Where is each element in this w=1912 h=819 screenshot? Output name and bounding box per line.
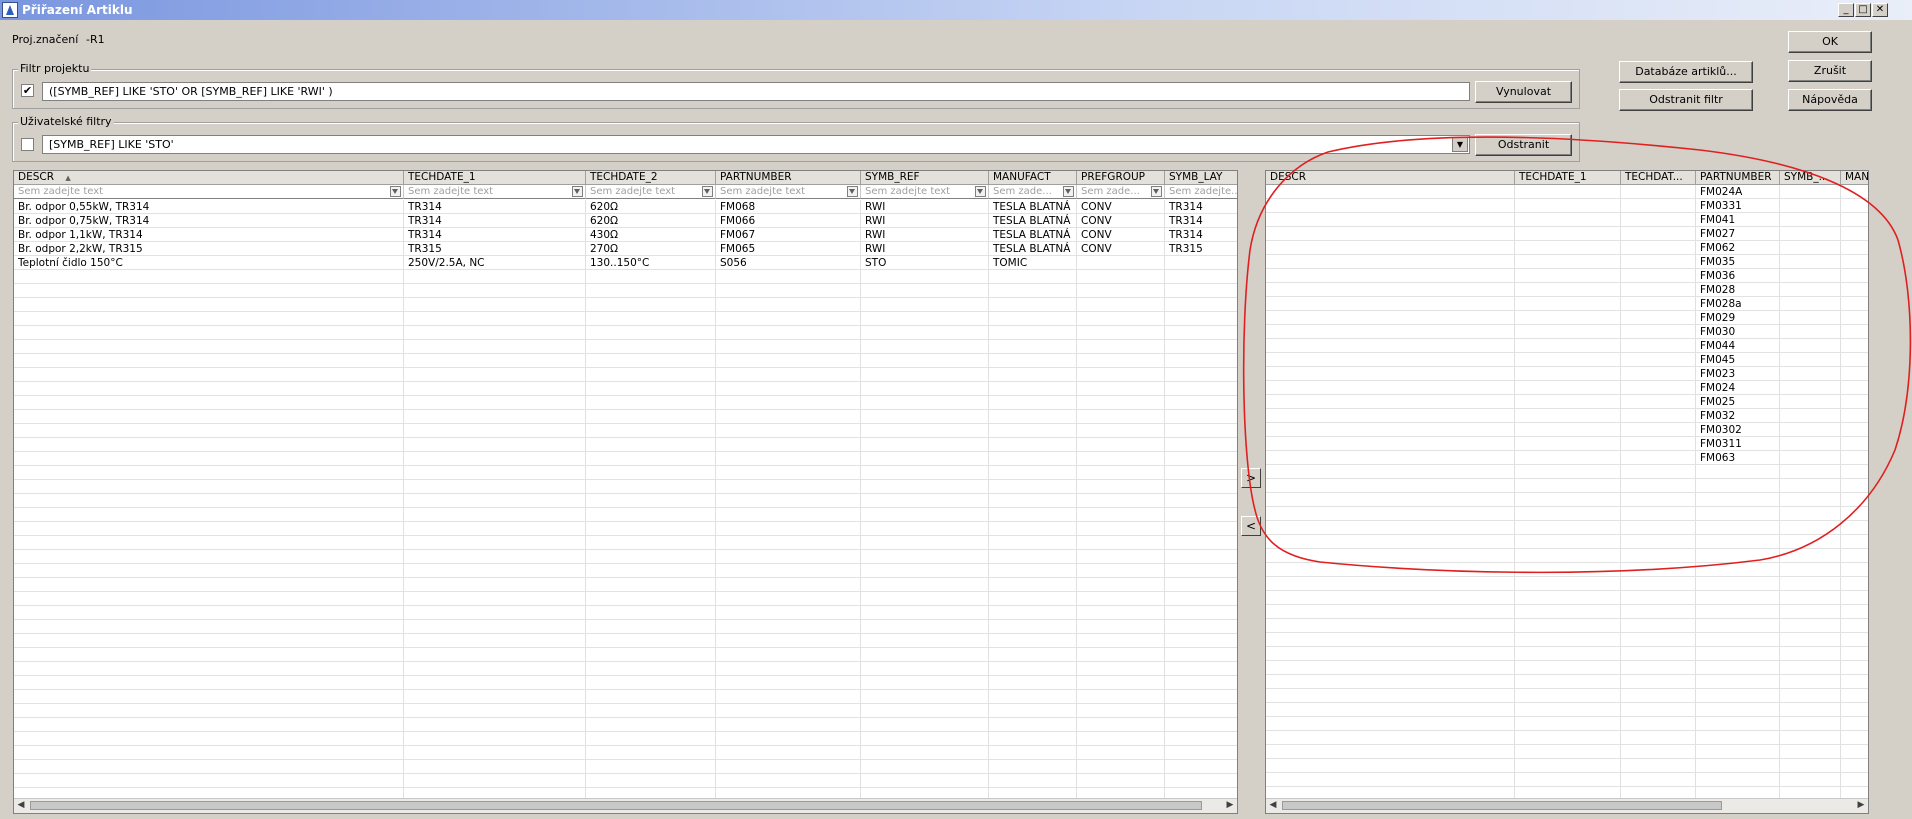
red-circle-annotation	[1242, 136, 1912, 574]
annotation-loop	[1242, 136, 1912, 574]
